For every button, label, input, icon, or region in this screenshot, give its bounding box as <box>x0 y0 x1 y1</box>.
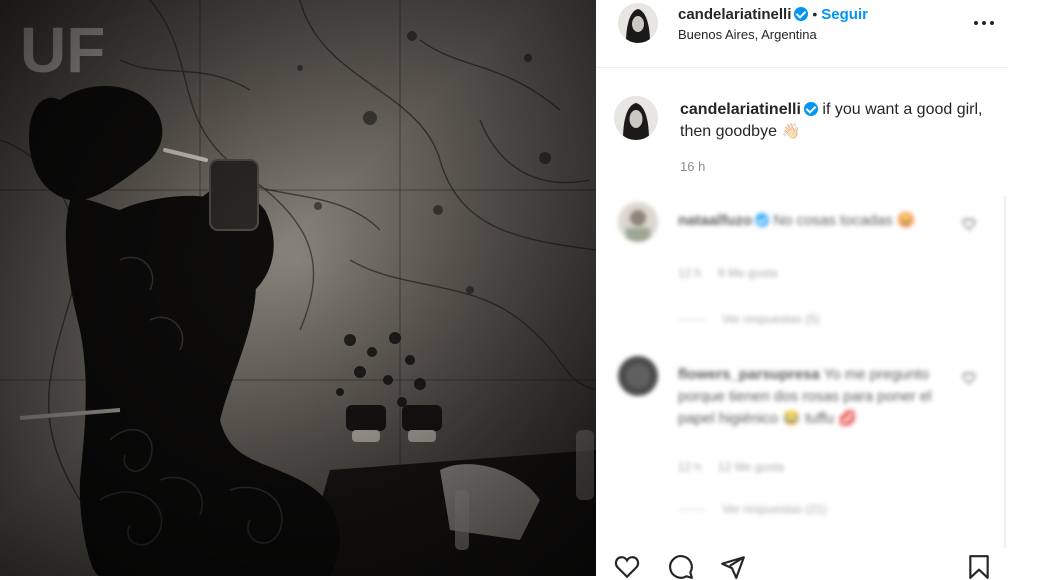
author-username[interactable]: candelariatinelli <box>678 6 791 23</box>
verified-badge-icon <box>755 213 770 227</box>
caption-text: candelariatinelli if you want a good gir… <box>680 99 990 143</box>
comments-scrollbar[interactable] <box>1004 196 1006 548</box>
comment-time[interactable]: 12 h <box>678 266 701 280</box>
comment-like-heart-icon[interactable] <box>962 372 976 384</box>
comment-meta: 12 h 9 Me gusta <box>678 266 777 280</box>
comment-time[interactable]: 12 h <box>678 460 701 474</box>
comment-icon[interactable] <box>668 554 694 580</box>
commenter-username[interactable]: nataalfuzo <box>678 212 752 229</box>
post-details-panel: candelariatinelli • Seguir Buenos Aires, A… <box>596 0 1008 579</box>
commenter-avatar[interactable] <box>618 202 658 242</box>
post-header: candelariatinelli • Seguir Buenos Aires, A… <box>596 0 1008 68</box>
comment-meta: 12 h 12 Me gusta <box>678 460 784 474</box>
verified-badge-icon <box>794 7 809 21</box>
comment-text: nataalfuzo No cosas tocadas 😡 <box>678 210 968 232</box>
comment-likes[interactable]: 9 Me gusta <box>718 266 777 280</box>
caption-author-avatar[interactable] <box>614 96 658 140</box>
commenter-username[interactable]: flowers_parsupresa <box>678 366 820 383</box>
action-bar <box>596 548 1008 579</box>
view-replies-button[interactable]: Ver respuestas (5) <box>678 312 820 326</box>
post-location[interactable]: Buenos Aires, Argentina <box>678 27 817 42</box>
verified-badge-icon <box>803 102 818 116</box>
comment-emoji: 😡 <box>896 212 916 229</box>
heart-icon[interactable] <box>614 554 640 580</box>
share-icon[interactable] <box>720 554 746 580</box>
view-replies-button[interactable]: Ver respuestas (21) <box>678 502 827 516</box>
post-photo: UF <box>0 0 596 576</box>
more-options-icon[interactable] <box>972 16 996 30</box>
comment-body: No cosas tocadas <box>773 212 893 229</box>
comment-text: flowers_parsupresa Yo me pregunto porque… <box>678 364 968 430</box>
caption-username[interactable]: candelariatinelli <box>680 101 801 118</box>
comment-likes[interactable]: 12 Me gusta <box>718 460 784 474</box>
waving-hand-emoji: 👋🏻 <box>781 123 801 140</box>
comments-list: nataalfuzo No cosas tocadas 😡 12 h 9 Me … <box>596 196 1008 548</box>
post-timestamp[interactable]: 16 h <box>680 159 705 174</box>
post-image[interactable]: UF <box>0 0 596 576</box>
bookmark-icon[interactable] <box>966 554 992 580</box>
separator-dot: • <box>812 6 818 22</box>
commenter-avatar[interactable] <box>618 356 658 396</box>
header-line: candelariatinelli • Seguir <box>678 6 868 24</box>
comment-like-heart-icon[interactable] <box>962 218 976 230</box>
comment-emoji: 😂 tuffu 💋 <box>782 410 857 427</box>
page-gutter <box>1008 0 1056 576</box>
author-avatar[interactable] <box>618 3 658 43</box>
follow-button[interactable]: Seguir <box>821 6 868 23</box>
